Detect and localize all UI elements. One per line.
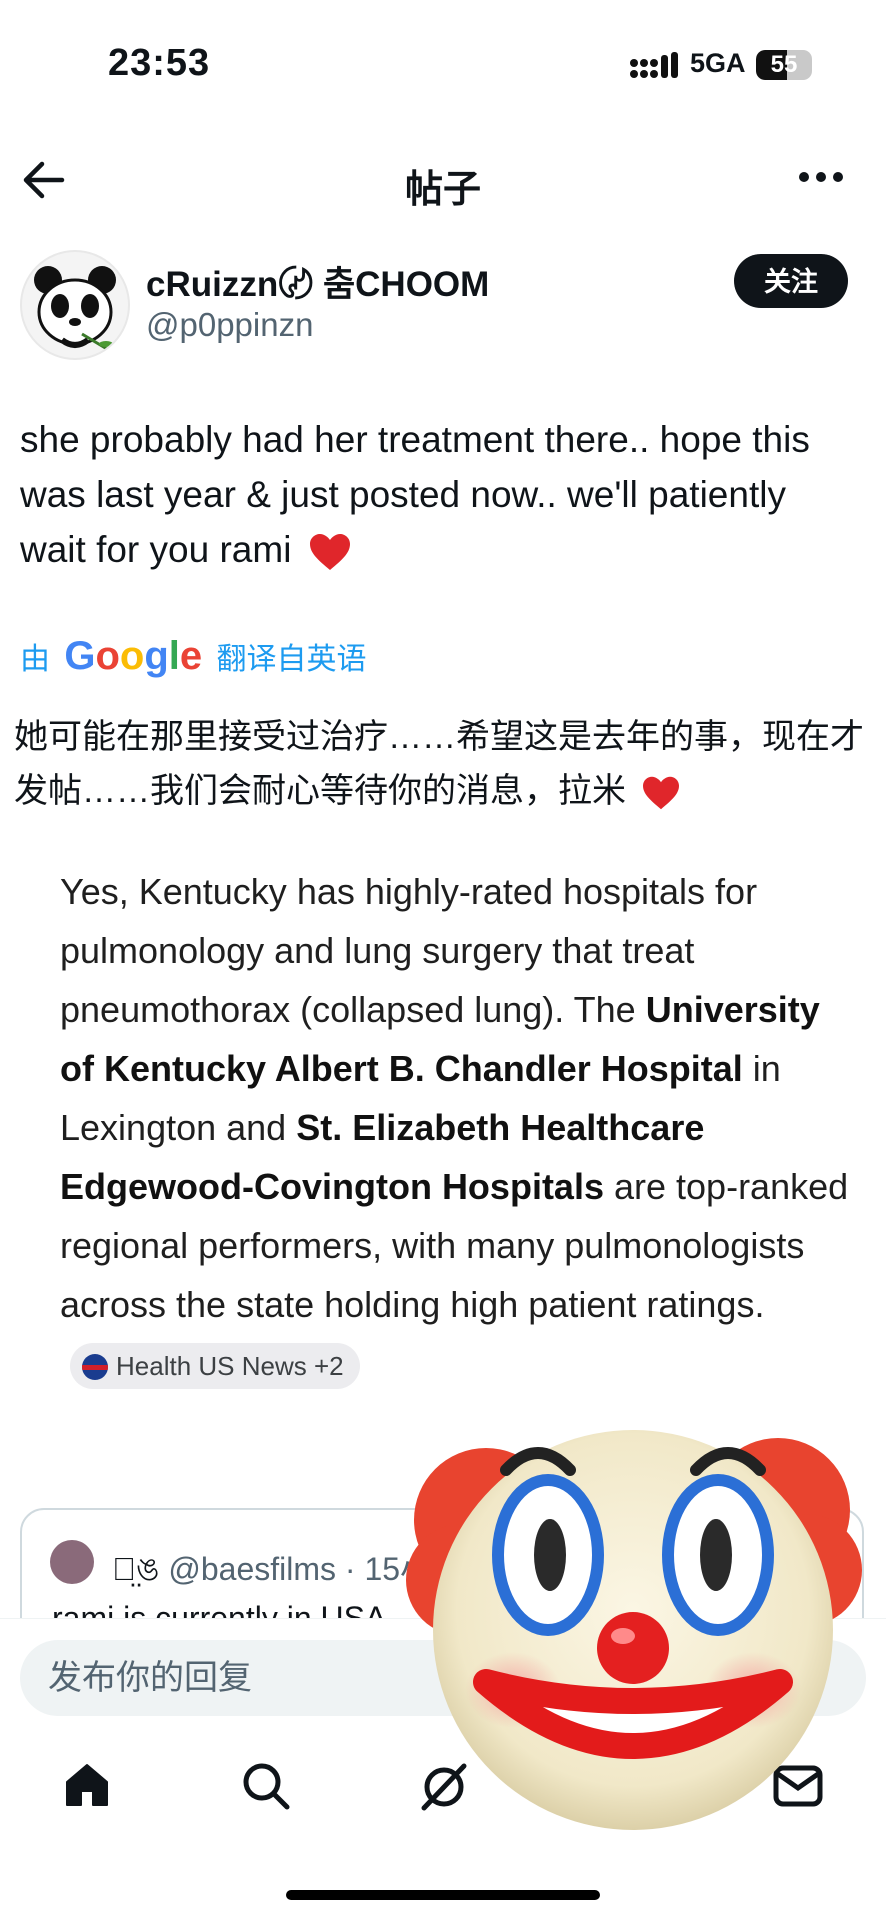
- author-name[interactable]: cRuizzn〄 춤CHOOM: [146, 256, 489, 307]
- home-icon[interactable]: [62, 1760, 112, 1810]
- quote-display-name: ঌ̤ঙ: [112, 1551, 160, 1587]
- translation-suffix: 翻译自英语: [216, 643, 367, 676]
- ai-answer-text: Yes, Kentucky has highly-rated hospitals…: [60, 862, 860, 1393]
- translation-label[interactable]: 由 Google 翻译自英语: [20, 634, 367, 679]
- source-label: Health US News +2: [116, 1351, 344, 1382]
- red-heart-icon: [643, 776, 680, 810]
- source-chip: Health US News +2: [70, 1343, 360, 1390]
- status-time: 23:53: [108, 42, 211, 84]
- red-heart-icon: [309, 534, 350, 571]
- cellular-signal-icon: [630, 52, 678, 78]
- post-text: she probably had her treatment there.. h…: [20, 412, 860, 577]
- usnews-logo-icon: [82, 1354, 108, 1381]
- back-arrow-icon[interactable]: [20, 160, 66, 200]
- follow-button[interactable]: 关注: [734, 254, 848, 308]
- search-icon[interactable]: [240, 1760, 292, 1812]
- quote-meta: ঌ̤ঙ @baesfilms · 15小: [112, 1544, 432, 1598]
- translated-text: 她可能在那里接受过治疗……希望这是去年的事，现在才发帖……我们会耐心等待你的消息…: [14, 710, 874, 818]
- quote-handle: @baesfilms: [168, 1551, 337, 1587]
- home-indicator: [286, 1890, 600, 1900]
- quote-author-avatar: [50, 1540, 94, 1584]
- page-title: 帖子: [404, 169, 481, 211]
- more-options-icon[interactable]: [798, 170, 844, 184]
- author-handle[interactable]: @p0ppinzn: [146, 306, 313, 344]
- translation-prefix: 由: [20, 643, 50, 676]
- author-avatar[interactable]: [20, 250, 130, 360]
- network-type: 5GA: [690, 48, 746, 78]
- translated-body: 她可能在那里接受过治疗……希望这是去年的事，现在才发帖……我们会耐心等待你的消息…: [14, 718, 864, 810]
- google-logo: Google: [64, 634, 203, 678]
- post-body: she probably had her treatment there.. h…: [20, 419, 810, 570]
- battery-icon: 55: [756, 50, 812, 80]
- battery-level: 55: [770, 51, 798, 78]
- clown-face-icon: [406, 1430, 862, 1830]
- panda-avatar-image: [34, 266, 116, 354]
